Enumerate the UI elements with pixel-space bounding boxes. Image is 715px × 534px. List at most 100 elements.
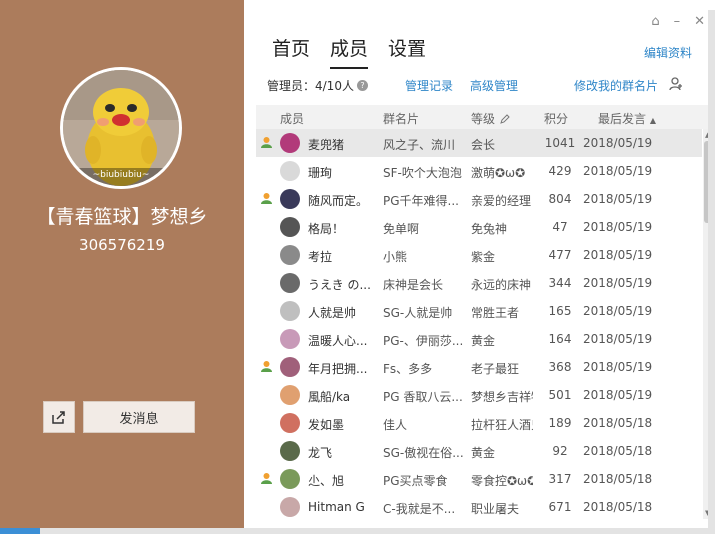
member-score: 164 bbox=[548, 332, 572, 346]
member-row[interactable]: 发如墨 佳人 拉杆狂人酒鬼 189 2018/05/18 bbox=[256, 409, 702, 437]
col-member[interactable]: 成员 bbox=[280, 110, 304, 127]
member-last-post: 2018/05/18 bbox=[583, 416, 653, 430]
member-nickname: うえき の... bbox=[308, 278, 371, 292]
member-avatar[interactable] bbox=[280, 469, 300, 489]
member-card: 佳人 bbox=[383, 418, 408, 432]
member-nickname: 温暖人心... bbox=[308, 334, 368, 348]
member-score: 477 bbox=[548, 248, 572, 262]
member-avatar[interactable] bbox=[280, 189, 300, 209]
member-avatar[interactable] bbox=[280, 385, 300, 405]
member-avatar[interactable] bbox=[280, 161, 300, 181]
avatar-image bbox=[63, 70, 179, 186]
member-row[interactable]: 龙飞 SG-傲视在俗... 黄金 92 2018/05/18 bbox=[256, 437, 702, 465]
group-profile-panel: ~biubiubiu~ 【青春篮球】梦想乡 306576219 发消息 bbox=[0, 0, 244, 528]
edit-profile-link[interactable]: 编辑资料 bbox=[644, 44, 692, 61]
member-rank: 会长 bbox=[471, 138, 496, 152]
member-row[interactable]: 格局！ 免单啊 免兔神 47 2018/05/19 bbox=[256, 213, 702, 241]
manage-log-link[interactable]: 管理记录 bbox=[405, 77, 453, 94]
tab-members[interactable]: 成员 bbox=[330, 34, 369, 69]
col-score[interactable]: 积分 bbox=[544, 110, 568, 127]
member-row[interactable]: Hitman G C-我就是不... 职业屠夫 671 2018/05/18 bbox=[256, 493, 702, 521]
share-button[interactable] bbox=[43, 401, 75, 433]
member-row[interactable]: 風船/ka PG 香取八云... 梦想乡吉祥物 501 2018/05/19 bbox=[256, 381, 702, 409]
member-avatar[interactable] bbox=[280, 301, 300, 321]
member-rank: 黄金 bbox=[471, 446, 496, 460]
member-row[interactable]: 考拉 小熊 紫金 477 2018/05/19 bbox=[256, 241, 702, 269]
member-row[interactable]: 尐、旭 PG买点零食 零食控✪ω✪ 317 2018/05/18 bbox=[256, 465, 702, 493]
member-card: PG千年难得... bbox=[383, 194, 459, 208]
edit-my-card-link[interactable]: 修改我的群名片 bbox=[574, 77, 658, 94]
member-avatar[interactable] bbox=[280, 217, 300, 237]
member-score: 317 bbox=[548, 472, 572, 486]
member-score: 92 bbox=[552, 444, 568, 458]
close-icon[interactable]: ✕ bbox=[694, 14, 705, 29]
member-nickname: 年月把拥... bbox=[308, 362, 368, 376]
member-card: C-我就是不... bbox=[383, 502, 456, 516]
member-nickname: Hitman G bbox=[308, 500, 365, 514]
col-rank[interactable]: 等级 bbox=[471, 110, 511, 127]
member-last-post: 2018/05/19 bbox=[583, 248, 653, 262]
member-avatar[interactable] bbox=[280, 273, 300, 293]
member-card: SG-傲视在俗... bbox=[383, 446, 463, 460]
member-last-post: 2018/05/19 bbox=[583, 332, 653, 346]
member-score: 1041 bbox=[544, 136, 576, 150]
group-members-panel: ⌂ – ✕ 首页 成员 设置 编辑资料 管理员：4/10人 ? 管理记录 高级管… bbox=[244, 0, 715, 528]
member-row[interactable]: 随风而定。 PG千年难得... 亲爱的经理 804 2018/05/19 bbox=[256, 185, 702, 213]
member-avatar[interactable] bbox=[280, 413, 300, 433]
member-card: 小熊 bbox=[383, 250, 408, 264]
member-card: PG 香取八云... bbox=[383, 390, 463, 404]
send-message-button[interactable]: 发消息 bbox=[83, 401, 195, 433]
member-card: PG买点零食 bbox=[383, 474, 448, 488]
member-row[interactable]: 年月把拥... Fs、多多 老子最狂 368 2018/05/19 bbox=[256, 353, 702, 381]
member-avatar[interactable] bbox=[280, 133, 300, 153]
group-avatar[interactable]: ~biubiubiu~ bbox=[63, 70, 179, 186]
member-row[interactable]: 温暖人心... PG-、伊丽莎... 黄金 164 2018/05/19 bbox=[256, 325, 702, 353]
tab-settings[interactable]: 设置 bbox=[388, 34, 426, 69]
member-card: 免单啊 bbox=[383, 222, 420, 236]
member-last-post: 2018/05/19 bbox=[583, 164, 653, 178]
admin-icon bbox=[261, 473, 272, 484]
member-last-post: 2018/05/19 bbox=[583, 388, 653, 402]
tab-home[interactable]: 首页 bbox=[272, 34, 310, 69]
member-card: Fs、多多 bbox=[383, 362, 433, 376]
member-nickname: 格局！ bbox=[308, 222, 345, 236]
member-rank: 永远的床神 bbox=[471, 278, 532, 292]
member-rank: 拉杆狂人酒鬼 bbox=[471, 418, 533, 432]
member-row[interactable]: 人就是帅 SG-人就是帅 常胜王者 165 2018/05/19 bbox=[256, 297, 702, 325]
sort-asc-icon: ▲ bbox=[649, 116, 656, 125]
member-last-post: 2018/05/19 bbox=[583, 276, 653, 290]
share-icon bbox=[52, 411, 65, 424]
minimize-icon[interactable]: – bbox=[674, 14, 681, 29]
group-name: 【青春篮球】梦想乡 bbox=[36, 206, 208, 228]
avatar-caption: ~biubiubiu~ bbox=[92, 170, 150, 180]
member-row[interactable]: 麦兜猪 风之子、流川 会长 1041 2018/05/19 bbox=[256, 129, 702, 157]
col-last-post[interactable]: 最后发言 ▲ bbox=[598, 110, 656, 127]
advanced-manage-link[interactable]: 高级管理 bbox=[470, 77, 518, 94]
member-avatar[interactable] bbox=[280, 329, 300, 349]
member-last-post: 2018/05/19 bbox=[583, 360, 653, 374]
member-avatar[interactable] bbox=[280, 245, 300, 265]
member-avatar[interactable] bbox=[280, 441, 300, 461]
member-nickname: 考拉 bbox=[308, 250, 333, 264]
member-last-post: 2018/05/19 bbox=[583, 220, 653, 234]
add-member-icon[interactable] bbox=[668, 76, 684, 92]
admin-icon bbox=[261, 137, 272, 148]
member-avatar[interactable] bbox=[280, 357, 300, 377]
member-row[interactable]: うえき の... 床神是会长 永远的床神 344 2018/05/19 bbox=[256, 269, 702, 297]
member-row[interactable]: 珊珣 SF-吹个大泡泡 激萌✪ω✪ 429 2018/05/19 bbox=[256, 157, 702, 185]
edit-pencil-icon[interactable] bbox=[499, 113, 511, 125]
skin-icon[interactable]: ⌂ bbox=[651, 14, 659, 29]
group-avatar-ring: ~biubiubiu~ bbox=[60, 67, 182, 189]
member-rank: 零食控✪ω✪ bbox=[471, 474, 533, 488]
member-rank: 激萌✪ω✪ bbox=[471, 166, 526, 180]
member-score: 501 bbox=[548, 388, 572, 402]
col-card[interactable]: 群名片 bbox=[383, 110, 419, 127]
member-card: 风之子、流川 bbox=[383, 138, 456, 152]
member-rank: 紫金 bbox=[471, 250, 496, 264]
members-table-header: 成员 群名片 等级 积分 最后发言 ▲ bbox=[256, 105, 714, 129]
member-rank: 亲爱的经理 bbox=[471, 194, 532, 208]
help-icon[interactable]: ? bbox=[356, 80, 368, 91]
member-score: 47 bbox=[552, 220, 568, 234]
members-list: 麦兜猪 风之子、流川 会长 1041 2018/05/19 珊珣 SF-吹个大泡泡 激萌✪ω✪… bbox=[256, 129, 702, 521]
member-avatar[interactable] bbox=[280, 497, 300, 517]
